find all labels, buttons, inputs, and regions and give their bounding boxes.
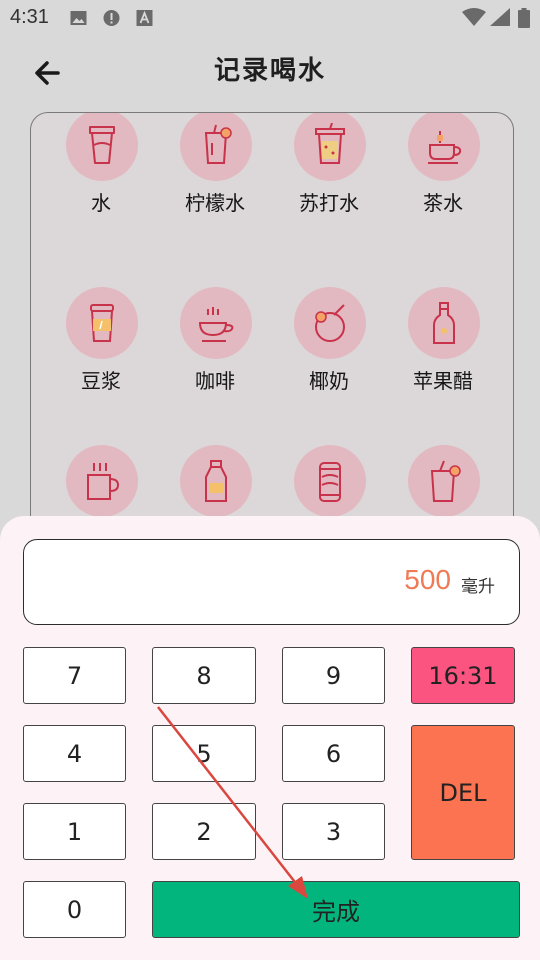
battery-icon [518, 8, 530, 28]
drink-icon-circle [294, 445, 366, 517]
key-3[interactable]: 3 [282, 803, 385, 860]
image-notification-icon [70, 11, 87, 25]
soda-cup-icon [315, 123, 345, 164]
drink-label: 咖啡 [195, 369, 235, 393]
drink-icon-circle [66, 113, 138, 181]
drink-label: 柠檬水 [185, 191, 245, 215]
key-2[interactable]: 2 [152, 803, 256, 860]
drink-label: 茶水 [423, 191, 463, 215]
drink-icon-circle [180, 113, 252, 181]
amount-display: 500 毫升 [23, 539, 520, 625]
juice-glass-icon [430, 460, 461, 502]
a-notification-icon [136, 10, 153, 26]
milk-bottle-icon [205, 460, 227, 502]
amount-value: 500 [404, 564, 451, 595]
key-8[interactable]: 8 [152, 647, 256, 704]
key-7[interactable]: 7 [23, 647, 126, 704]
drink-icon-circle [66, 287, 138, 359]
key-0[interactable]: 0 [23, 881, 126, 938]
water-cup-icon [89, 126, 115, 164]
drink-grid-card: 水 柠檬水 苏打水 茶水 豆浆 咖啡 椰奶 苹果醋 [30, 112, 514, 572]
time-key[interactable]: 16:31 [411, 647, 515, 704]
amount-unit: 毫升 [461, 577, 495, 597]
done-button[interactable]: 完成 [152, 881, 520, 938]
drink-label: 豆浆 [81, 369, 121, 393]
soy-milk-cup-icon [90, 304, 114, 342]
key-9[interactable]: 9 [282, 647, 385, 704]
page-title: 记录喝水 [213, 56, 326, 86]
key-4[interactable]: 4 [23, 725, 126, 782]
drink-label: 苹果醋 [413, 369, 473, 393]
alert-notification-icon [103, 10, 120, 26]
drink-icon-circle [66, 445, 138, 517]
lemonade-icon [204, 124, 232, 164]
drink-icon-circle [408, 113, 480, 181]
wifi-icon [462, 8, 486, 26]
mug-icon [87, 463, 120, 500]
drink-icon-circle [294, 113, 366, 181]
drink-icon-circle [408, 445, 480, 517]
can-icon [319, 462, 341, 502]
status-time: 4:31 [10, 6, 49, 28]
drink-label: 椰奶 [309, 369, 349, 393]
delete-key[interactable]: DEL [411, 725, 515, 860]
drink-label: 苏打水 [299, 191, 359, 215]
drink-icon-circle [408, 287, 480, 359]
drink-icon-circle [180, 287, 252, 359]
signal-icon [490, 8, 510, 26]
drink-icon-circle [180, 445, 252, 517]
key-5[interactable]: 5 [152, 725, 256, 782]
keypad-sheet: 500 毫升 7 8 9 16:31 4 5 6 DEL 1 2 3 0 完成 [0, 516, 540, 960]
key-6[interactable]: 6 [282, 725, 385, 782]
drink-label: 水 [91, 191, 111, 215]
coffee-cup-icon [198, 307, 234, 342]
status-bar: 4:31 [0, 0, 540, 36]
vinegar-bottle-icon [433, 302, 455, 344]
tea-cup-icon [428, 131, 462, 164]
coconut-icon [315, 304, 345, 342]
drink-icon-circle [294, 287, 366, 359]
key-1[interactable]: 1 [23, 803, 126, 860]
